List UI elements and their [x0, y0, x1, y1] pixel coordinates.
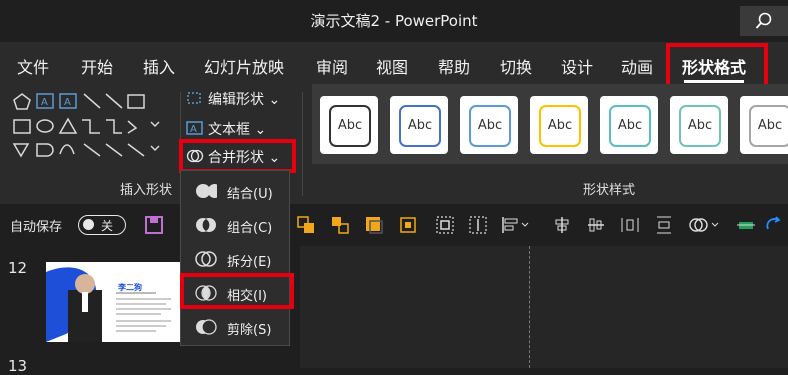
shape-style-3[interactable]: Abc	[460, 96, 518, 154]
format-shape-icon[interactable]	[736, 215, 756, 235]
insert-shapes-group-label: 插入形状	[120, 183, 173, 198]
shape-style-5[interactable]: Abc	[600, 96, 658, 154]
combine-icon	[196, 218, 216, 232]
ungroup-icon[interactable]	[468, 215, 488, 235]
bring-to-front-icon[interactable]	[364, 215, 384, 235]
style-sample: Abc	[329, 105, 371, 147]
menu-item-label: 拆分(E)	[227, 255, 272, 270]
tab-slideshow[interactable]: 幻灯片放映	[204, 54, 284, 78]
highlight-box-intersect	[180, 273, 294, 309]
smart-guide-line	[529, 246, 530, 368]
svg-text:A: A	[41, 97, 48, 108]
style-sample: Abc	[749, 105, 788, 147]
menu-item-label: 组合(C)	[227, 221, 273, 236]
tab-view[interactable]: 视图	[376, 54, 408, 78]
group-objects-icon[interactable]	[435, 215, 455, 235]
style-sample: Abc	[539, 105, 581, 147]
merge-shapes-menu: 结合(U) 组合(C) 拆分(E) 相交(I) 剪除(S)	[180, 170, 290, 346]
style-sample: Abc	[679, 105, 721, 147]
style-sample: Abc	[469, 105, 511, 147]
next-slide-number: 13	[8, 357, 28, 375]
menu-item-fragment[interactable]: 拆分(E)	[181, 244, 289, 274]
slide-thumbnail-image	[46, 267, 171, 342]
align-middle-icon[interactable]	[586, 215, 606, 235]
slide-editing-canvas[interactable]	[300, 246, 788, 368]
tab-file[interactable]: 文件	[17, 54, 49, 78]
send-to-back-icon[interactable]	[398, 215, 418, 235]
search-button[interactable]	[740, 6, 788, 36]
window-title: 演示文稿2 - PowerPoint	[310, 12, 478, 30]
edit-shape-icon	[186, 90, 204, 110]
autosave-toggle[interactable]: 关	[78, 215, 126, 235]
shape-style-6[interactable]: Abc	[670, 96, 728, 154]
edit-shape-button[interactable]: 编辑形状 ⌄	[186, 89, 280, 110]
shape-style-7[interactable]: Abc	[740, 96, 788, 154]
menu-item-label: 结合(U)	[227, 187, 273, 202]
tab-home[interactable]: 开始	[81, 54, 113, 78]
highlight-box-merge-shapes	[179, 139, 296, 173]
tab-review[interactable]: 审阅	[316, 54, 348, 78]
bring-forward-icon[interactable]	[296, 215, 316, 235]
subtract-icon	[196, 319, 217, 335]
shape-styles-group-label: 形状样式	[583, 183, 636, 198]
search-icon	[755, 12, 772, 29]
thumb-name: 李二狗	[118, 283, 142, 292]
tab-help[interactable]: 帮助	[438, 54, 470, 78]
style-sample: Abc	[609, 105, 651, 147]
align-center-icon[interactable]	[552, 215, 572, 235]
shape-style-4[interactable]: Abc	[530, 96, 588, 154]
title-bar: 演示文稿2 - PowerPoint	[0, 0, 788, 42]
rotate-icon[interactable]	[764, 215, 784, 235]
union-icon	[196, 183, 217, 199]
tab-insert[interactable]: 插入	[143, 54, 175, 78]
fragment-icon	[195, 251, 217, 267]
shape-style-2[interactable]: Abc	[390, 96, 448, 154]
ribbon: A A 编辑形状 ⌄ A 文本框 ⌄ 合并形状 ⌄ 插入形状 Abc Abc A…	[0, 84, 788, 204]
distribute-horizontally-icon[interactable]	[620, 215, 640, 235]
tab-animations[interactable]: 动画	[621, 54, 653, 78]
svg-text:A: A	[64, 97, 71, 108]
slide-number: 12	[8, 259, 28, 277]
quick-access-toolbar: 自动保存 关	[0, 204, 788, 246]
style-sample: Abc	[399, 105, 441, 147]
autosave-label: 自动保存	[10, 220, 63, 235]
merge-shapes-quick-icon[interactable]	[688, 215, 722, 235]
send-backward-icon[interactable]	[330, 215, 350, 235]
shape-style-1[interactable]: Abc	[320, 96, 378, 154]
save-icon[interactable]	[144, 215, 164, 235]
tab-design[interactable]: 设计	[561, 54, 593, 78]
menu-item-subtract[interactable]: 剪除(S)	[181, 312, 289, 342]
tab-transitions[interactable]: 切换	[500, 54, 532, 78]
autosave-state: 关	[101, 219, 114, 233]
align-icon[interactable]	[500, 215, 530, 235]
menu-item-combine[interactable]: 组合(C)	[181, 210, 289, 240]
shapes-gallery[interactable]: A A	[10, 90, 175, 170]
edit-shape-label: 编辑形状	[208, 92, 264, 108]
text-box-icon: A	[186, 120, 204, 140]
text-box-label: 文本框	[208, 122, 250, 138]
toggle-knob	[83, 219, 94, 230]
slide-thumbnail[interactable]: 李二狗	[46, 262, 186, 342]
menu-item-union[interactable]: 结合(U)	[181, 176, 289, 206]
menu-item-label: 剪除(S)	[227, 323, 272, 338]
text-box-button[interactable]: A 文本框 ⌄	[186, 119, 266, 140]
svg-text:A: A	[190, 124, 197, 135]
distribute-vertically-icon[interactable]	[654, 215, 674, 235]
